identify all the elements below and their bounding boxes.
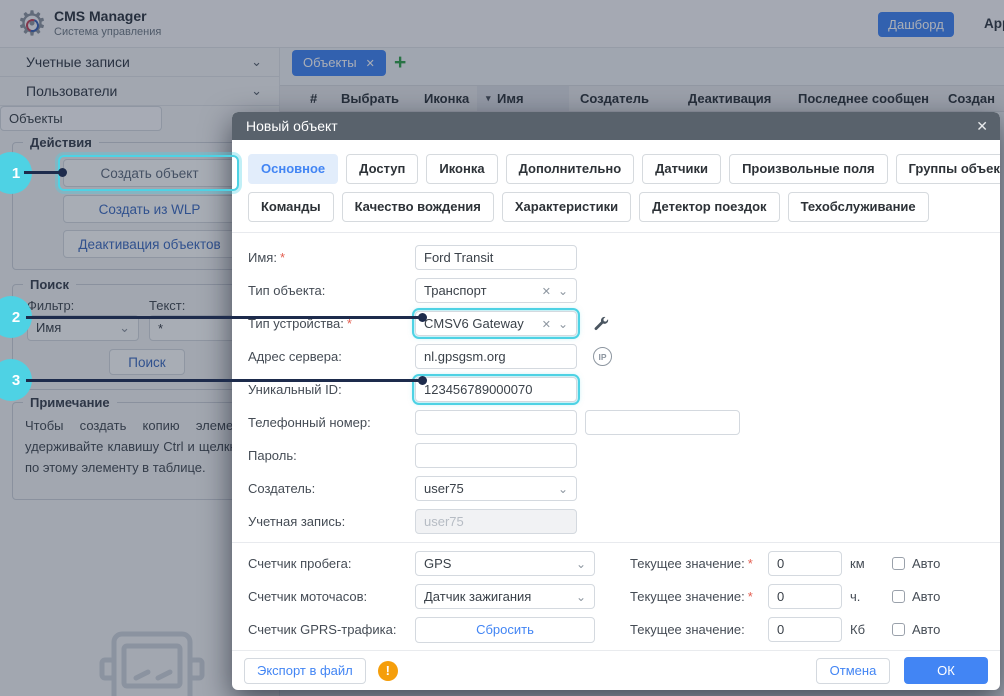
mileage-auto-checkbox[interactable] — [892, 557, 905, 570]
gprs-auto-checkbox[interactable] — [892, 623, 905, 636]
mileage-unit: км — [850, 556, 865, 571]
clear-icon[interactable]: ✕ — [542, 319, 551, 331]
chevron-down-icon: ⌄ — [575, 590, 586, 604]
gprs-counter-label: Счетчик GPRS-трафика: — [248, 622, 397, 637]
engine-hours-source-select[interactable]: Датчик зажигания ⌄ — [415, 584, 595, 609]
ip-icon[interactable]: IP — [593, 347, 612, 366]
screen: ⚙ CMS Manager Система управления Дашборд… — [0, 0, 1004, 696]
engine-hours-current-label: Текущее значение: * — [630, 589, 753, 604]
dialog-form: Имя:* Тип объекта: Транспорт ✕⌄ Тип устр… — [232, 233, 1000, 538]
warning-icon[interactable]: ! — [377, 660, 398, 681]
gprs-unit: Кб — [850, 622, 866, 637]
clear-icon[interactable]: ✕ — [542, 286, 551, 298]
name-label: Имя: * — [248, 250, 285, 265]
engine-hours-auto-checkbox[interactable] — [892, 590, 905, 603]
tab-commands[interactable]: Команды — [248, 192, 334, 222]
engine-hours-unit: ч. — [850, 589, 861, 604]
mileage-source-select[interactable]: GPS ⌄ — [415, 551, 595, 576]
mileage-counter-label: Счетчик пробега: — [248, 556, 352, 571]
dialog-footer: Экспорт в файл ! Отмена ОК — [232, 650, 1000, 690]
wrench-icon[interactable] — [593, 316, 609, 332]
gprs-value-input[interactable] — [768, 617, 842, 642]
dialog-title: Новый объект — [246, 118, 338, 134]
tab-icon[interactable]: Иконка — [426, 154, 498, 184]
account-label: Учетная запись: — [248, 514, 346, 529]
phone-label: Телефонный номер: — [248, 415, 371, 430]
tab-access[interactable]: Доступ — [346, 154, 419, 184]
reset-gprs-button[interactable]: Сбросить — [415, 616, 595, 643]
server-address-input[interactable] — [415, 344, 577, 369]
export-to-file-button[interactable]: Экспорт в файл — [244, 657, 366, 684]
new-object-dialog: Новый объект ✕ Основное Доступ Иконка До… — [232, 112, 1000, 690]
callout-1-line — [24, 168, 67, 177]
callout-3-line — [26, 376, 427, 385]
engine-hours-counter-label: Счетчик моточасов: — [248, 589, 368, 604]
unique-id-input[interactable] — [412, 374, 580, 405]
dialog-tabs: Основное Доступ Иконка Дополнительно Дат… — [232, 140, 1000, 233]
creator-label: Создатель: — [248, 481, 316, 496]
tab-characteristics[interactable]: Характеристики — [501, 192, 632, 222]
server-address-label: Адрес сервера: — [248, 349, 342, 364]
callout-2-line — [26, 313, 427, 322]
tab-sensors[interactable]: Датчики — [642, 154, 722, 184]
creator-select[interactable]: user75 ⌄ — [415, 476, 577, 501]
create-object-highlight-ring — [58, 155, 239, 191]
chevron-down-icon: ⌄ — [575, 557, 586, 571]
name-input[interactable] — [415, 245, 577, 270]
phone-input-1[interactable] — [415, 410, 577, 435]
unique-id-label: Уникальный ID: — [248, 382, 342, 397]
object-type-select[interactable]: Транспорт ✕ ⌄ — [415, 278, 577, 303]
gprs-auto-label: Авто — [912, 622, 941, 637]
phone-input-2[interactable] — [585, 410, 740, 435]
account-input — [415, 509, 577, 534]
cancel-button[interactable]: Отмена — [816, 657, 890, 684]
object-type-label: Тип объекта: — [248, 283, 326, 298]
tab-custom-fields[interactable]: Произвольные поля — [729, 154, 888, 184]
password-input[interactable] — [415, 443, 577, 468]
chevron-down-icon: ⌄ — [557, 284, 568, 298]
mileage-auto-label: Авто — [912, 556, 941, 571]
chevron-down-icon: ⌄ — [557, 482, 568, 496]
tab-maintenance[interactable]: Техобслуживание — [787, 192, 929, 222]
tab-additional[interactable]: Дополнительно — [505, 154, 635, 184]
ok-button[interactable]: ОК — [904, 657, 988, 684]
engine-hours-value-input[interactable] — [768, 584, 842, 609]
device-type-select[interactable]: CMSV6 Gateway ✕ ⌄ — [412, 308, 580, 339]
mileage-value-input[interactable] — [768, 551, 842, 576]
tab-driving-quality[interactable]: Качество вождения — [341, 192, 494, 222]
counters-section: Счетчик пробега: GPS ⌄ Текущее значение:… — [232, 542, 1000, 646]
password-label: Пароль: — [248, 448, 297, 463]
engine-hours-auto-label: Авто — [912, 589, 941, 604]
tab-trip-detector[interactable]: Детектор поездок — [639, 192, 780, 222]
dialog-header: Новый объект ✕ — [232, 112, 1000, 140]
tab-object-groups[interactable]: Группы объектов — [895, 154, 1000, 184]
close-icon[interactable]: ✕ — [976, 112, 988, 140]
gprs-current-label: Текущее значение: — [630, 622, 745, 637]
tab-main[interactable]: Основное — [248, 154, 339, 184]
chevron-down-icon: ⌄ — [557, 317, 568, 331]
mileage-current-label: Текущее значение: * — [630, 556, 753, 571]
